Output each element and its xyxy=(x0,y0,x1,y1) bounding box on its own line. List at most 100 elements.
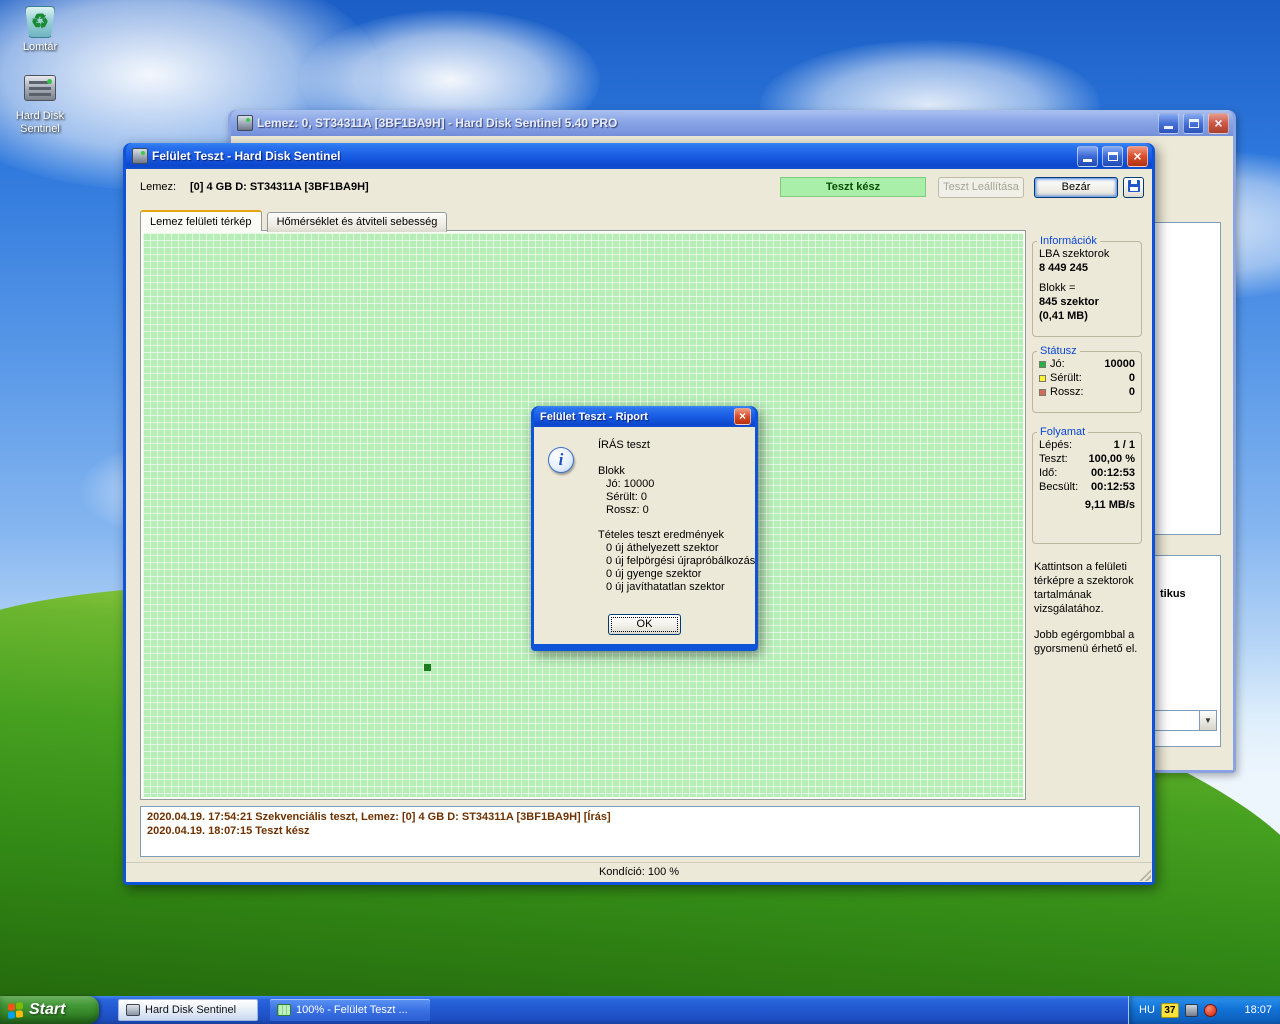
hint-click-map: Kattintson a felületi térképre a szektor… xyxy=(1034,561,1134,615)
good-value: 10000 xyxy=(1104,358,1135,370)
information-icon: i xyxy=(548,447,574,473)
info-group-title: Információk xyxy=(1040,235,1097,247)
window-title: Lemez: 0, ST34311A [3BF1BA9H] - Hard Dis… xyxy=(257,116,618,130)
tab-strip: Lemez felületi térkép Hőmérséklet és átv… xyxy=(140,210,449,232)
desktop-icon-recycle-bin[interactable]: ♻ Lomtár xyxy=(8,6,72,54)
tab-surface-map[interactable]: Lemez felületi térkép xyxy=(140,210,262,231)
progress-group: Folyamat Lépés: 1 / 1 Teszt: 100,00 % Id… xyxy=(1032,426,1142,544)
titlebar-hdsentinel-main[interactable]: Lemez: 0, ST34311A [3BF1BA9H] - Hard Dis… xyxy=(231,110,1233,136)
language-indicator[interactable]: HU xyxy=(1139,1004,1155,1016)
window-statusbar: Kondíció: 100 % xyxy=(126,862,1152,882)
hint-right-click: Jobb egérgombbal a gyorsmenü érhető el. xyxy=(1034,629,1138,655)
maximize-button[interactable] xyxy=(1183,112,1204,134)
windows-flag-icon xyxy=(8,1001,23,1019)
disk-value: [0] 4 GB D: ST34311A [3BF1BA9H] xyxy=(190,181,369,193)
disk-tray-icon[interactable] xyxy=(1184,1003,1198,1017)
truncated-text: tikus xyxy=(1160,588,1186,600)
dialog-surface-test-report: Felület Teszt - Riport × i ÍRÁS teszt Bl… xyxy=(531,406,758,651)
report-test-type: ÍRÁS teszt xyxy=(598,439,650,451)
minimize-button[interactable] xyxy=(1077,145,1098,167)
good-label: Jó: xyxy=(1050,358,1065,370)
bad-label: Rossz: xyxy=(1050,386,1084,398)
recycle-bin-icon: ♻ xyxy=(25,6,55,38)
progress-group-title: Folyamat xyxy=(1040,426,1086,438)
time-label: Idő: xyxy=(1039,467,1058,479)
condition-status: Kondíció: 100 % xyxy=(598,866,680,878)
bad-color-swatch xyxy=(1039,388,1046,396)
chevron-down-icon[interactable]: ▼ xyxy=(1199,711,1216,730)
surface-map-icon xyxy=(277,1004,291,1016)
alert-tray-icon[interactable] xyxy=(1203,1003,1217,1017)
app-icon xyxy=(237,115,253,131)
step-label: Lépés: xyxy=(1039,439,1073,451)
lba-label: LBA szektorok xyxy=(1039,248,1110,260)
report-bad: Rossz: 0 xyxy=(606,504,649,516)
taskbar-item-label: 100% - Felület Teszt ... xyxy=(296,1004,408,1016)
minimize-button[interactable] xyxy=(1158,112,1179,134)
close-icon[interactable]: × xyxy=(734,408,751,425)
block-size: (0,41 MB) xyxy=(1039,310,1088,322)
ok-button[interactable]: OK xyxy=(608,614,681,635)
taskbar-item-hdsentinel[interactable]: Hard Disk Sentinel xyxy=(118,999,258,1021)
estimate-label: Becsült: xyxy=(1039,481,1079,493)
log-line: 2020.04.19. 17:54:21 Szekvenciális teszt… xyxy=(147,811,611,823)
good-color-swatch xyxy=(1039,360,1046,368)
report-dialog-body: i ÍRÁS teszt Blokk Jó: 10000 Sérült: 0 R… xyxy=(534,427,755,644)
resize-grip[interactable] xyxy=(1138,868,1151,881)
tab-temperature-speed[interactable]: Hőmérséklet és átviteli sebesség xyxy=(266,212,448,232)
taskbar-item-label: Hard Disk Sentinel xyxy=(145,1004,237,1016)
log-line: 2020.04.19. 18:07:15 Teszt kész xyxy=(147,825,310,837)
test-value: 100,00 % xyxy=(1088,453,1135,465)
info-group: Információk LBA szektorok 8 449 245 Blok… xyxy=(1032,235,1142,337)
stop-test-button[interactable]: Teszt Leállítása xyxy=(938,177,1024,198)
close-test-button[interactable]: Bezár xyxy=(1034,177,1118,198)
estimate-value: 00:12:53 xyxy=(1090,481,1135,493)
taskbar: Start Hard Disk Sentinel 100% - Felület … xyxy=(0,996,1280,1024)
report-good: Jó: 10000 xyxy=(606,478,655,490)
report-result-row: 0 új javíthatatlan szektor xyxy=(606,581,725,593)
close-button[interactable]: × xyxy=(1208,112,1229,134)
floppy-disk-icon xyxy=(1127,180,1140,192)
titlebar-surface-test[interactable]: Felület Teszt - Hard Disk Sentinel × xyxy=(126,143,1152,169)
temperature-tray-icon[interactable]: 37 xyxy=(1160,1002,1179,1018)
system-tray: HU 37 18:07 xyxy=(1128,996,1280,1024)
status-group: Státusz Jó: 10000 Sérült: 0 Rossz: 0 xyxy=(1032,345,1142,413)
lba-value: 8 449 245 xyxy=(1039,262,1088,274)
hard-disk-icon xyxy=(24,75,56,101)
start-label: Start xyxy=(29,1001,66,1018)
block-label: Blokk = xyxy=(1039,282,1076,294)
report-result-row: 0 új gyenge szektor xyxy=(606,568,702,580)
test-log[interactable]: 2020.04.19. 17:54:21 Szekvenciális teszt… xyxy=(140,806,1140,857)
speed-value: 9,11 MB/s xyxy=(1084,499,1135,511)
maximize-button[interactable] xyxy=(1102,145,1123,167)
report-damaged: Sérült: 0 xyxy=(606,491,647,503)
app-icon xyxy=(132,148,148,164)
taskbar-item-surface-test[interactable]: 100% - Felület Teszt ... xyxy=(270,999,430,1021)
save-report-button[interactable] xyxy=(1123,177,1144,198)
report-block-header: Blokk xyxy=(598,465,625,477)
titlebar-report-dialog[interactable]: Felület Teszt - Riport × xyxy=(534,406,755,427)
damaged-color-swatch xyxy=(1039,374,1046,382)
report-results-header: Tételes teszt eredmények xyxy=(598,529,724,541)
report-result-row: 0 új felpörgési újrapróbálkozás xyxy=(606,555,756,567)
dialog-title: Felület Teszt - Riport xyxy=(540,410,648,423)
tested-block-marker[interactable] xyxy=(424,664,431,671)
desktop-icon-label: Lomtár xyxy=(22,41,58,53)
start-button[interactable]: Start xyxy=(0,996,99,1024)
desktop-icon-hdsentinel[interactable]: Hard Disk Sentinel xyxy=(8,72,72,136)
damaged-value: 0 xyxy=(1128,372,1135,384)
report-result-row: 0 új áthelyezett szektor xyxy=(606,542,719,554)
test-label: Teszt: xyxy=(1039,453,1068,465)
block-sectors: 845 szektor xyxy=(1039,296,1099,308)
hard-disk-icon xyxy=(126,1004,140,1016)
test-status-box: Teszt kész xyxy=(780,177,926,197)
step-value: 1 / 1 xyxy=(1113,439,1135,451)
taskbar-clock: 18:07 xyxy=(1244,1004,1272,1016)
time-value: 00:12:53 xyxy=(1090,467,1135,479)
window-title: Felület Teszt - Hard Disk Sentinel xyxy=(152,149,341,163)
status-group-title: Státusz xyxy=(1040,345,1077,357)
bad-value: 0 xyxy=(1128,386,1135,398)
close-button[interactable]: × xyxy=(1127,145,1148,167)
desktop-icon-label: Hard Disk Sentinel xyxy=(15,110,65,135)
damaged-label: Sérült: xyxy=(1050,372,1082,384)
